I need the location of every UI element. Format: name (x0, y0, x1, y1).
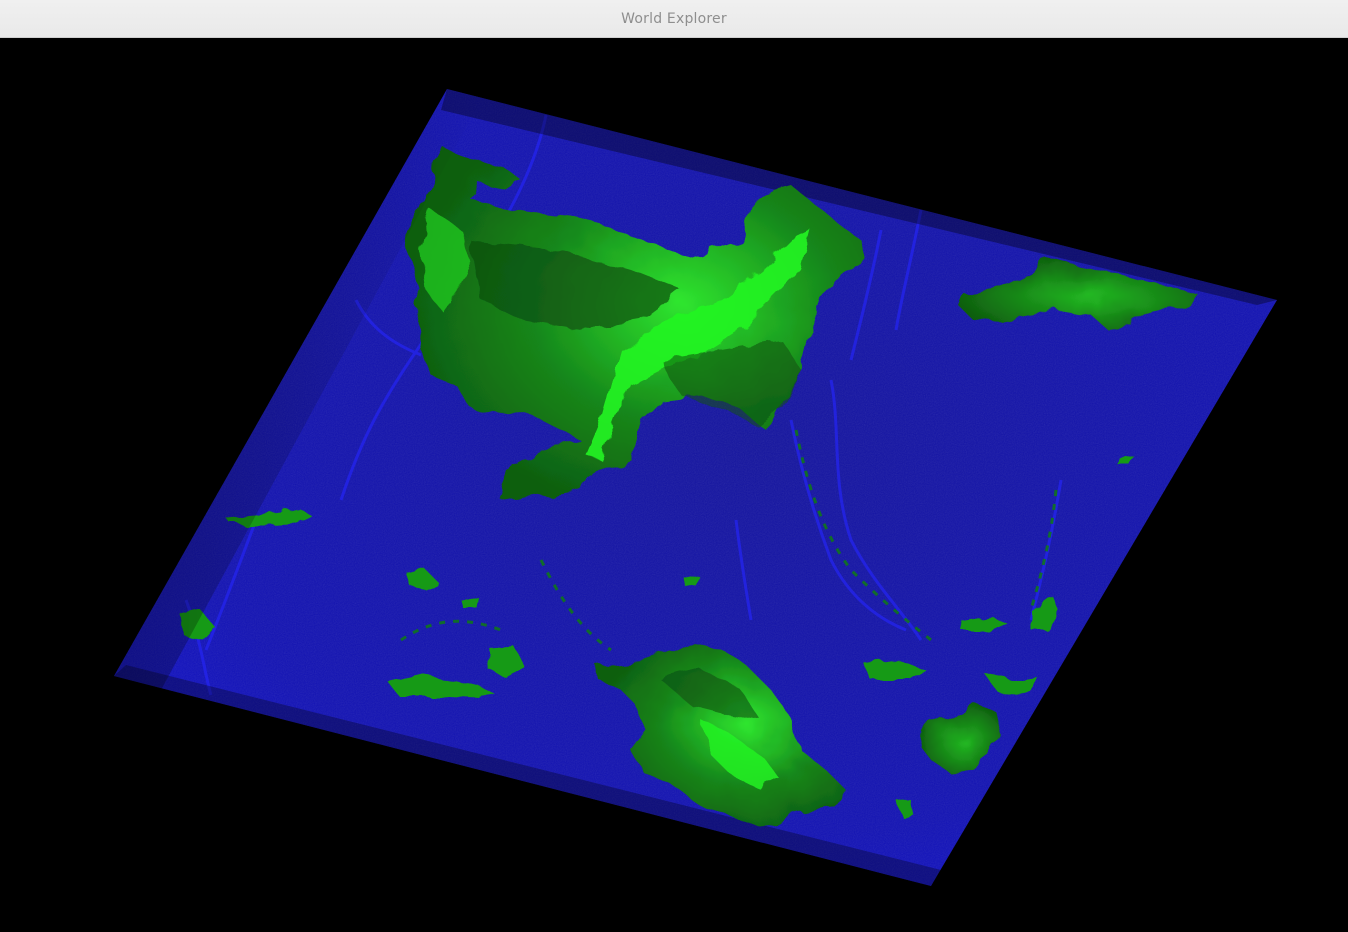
window-title: World Explorer (621, 10, 727, 27)
app-window: World Explorer (0, 0, 1348, 932)
terrain-viewport[interactable] (1, 38, 1347, 932)
terrain-canvas[interactable] (1, 38, 1347, 932)
title-bar[interactable]: World Explorer (0, 0, 1348, 38)
